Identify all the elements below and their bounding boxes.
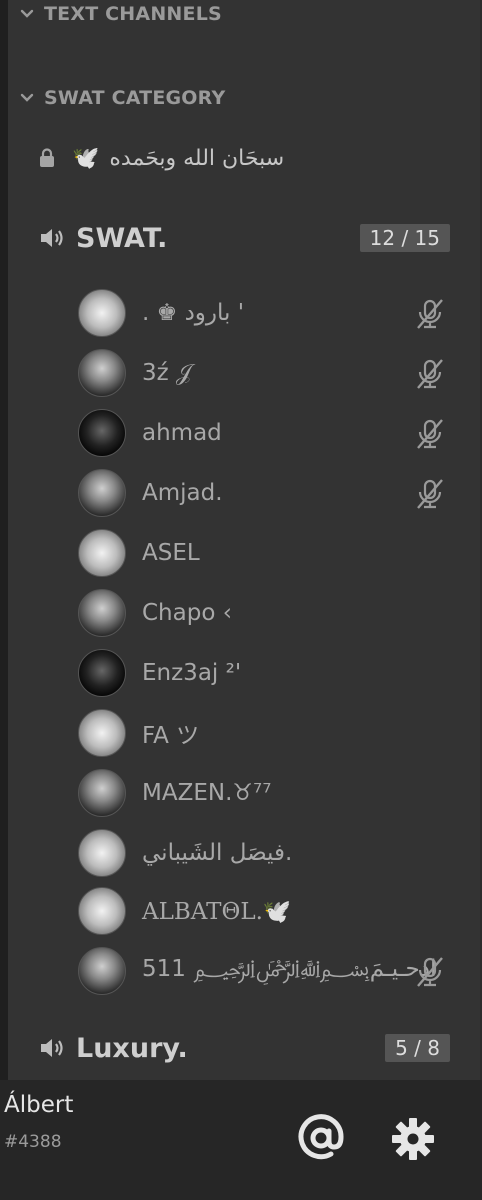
mic-muted-icon	[417, 957, 443, 987]
at-icon[interactable]	[296, 1113, 346, 1163]
user-count-badge: 5 / 8	[385, 1034, 450, 1062]
lock-icon	[40, 148, 54, 167]
voice-channel-swat[interactable]: SWAT. 12 / 15	[38, 218, 468, 258]
voice-user-name: ALBATΘL.🕊️	[142, 898, 292, 925]
voice-user[interactable]: MAZEN.♉⁷⁷	[78, 767, 473, 819]
avatar	[78, 409, 126, 457]
category-text-channels[interactable]: TEXT CHANNELS	[18, 0, 222, 28]
voice-user-name: MAZEN.♉⁷⁷	[142, 780, 272, 806]
voice-user[interactable]: ASEL	[78, 527, 473, 579]
user-footer: Álbert #4388	[0, 1080, 482, 1200]
voice-channel-name: SWAT.	[76, 222, 168, 254]
speaker-icon	[41, 229, 63, 247]
voice-user[interactable]: 511 ﷽ادحـيـمَ	[78, 945, 473, 997]
mic-muted-icon	[417, 359, 443, 389]
voice-user[interactable]: Chapo ‹	[78, 587, 473, 639]
voice-user-name: . ♚ بارود '	[142, 300, 245, 326]
gear-icon[interactable]	[390, 1116, 436, 1162]
avatar	[78, 529, 126, 577]
speaker-icon	[41, 1039, 63, 1057]
voice-user[interactable]: ALBATΘL.🕊️	[78, 885, 473, 937]
voice-user[interactable]: فيصَل الشَيباني.	[78, 827, 473, 879]
voice-user[interactable]: Enz3aj ²'	[78, 647, 473, 699]
channel-sidebar: TEXT CHANNELS SWAT CATEGORY 🕊️ سبحَان ال…	[8, 0, 480, 1080]
avatar	[78, 589, 126, 637]
category-label: TEXT CHANNELS	[44, 3, 222, 25]
chevron-down-icon	[20, 93, 34, 102]
avatar	[78, 289, 126, 337]
voice-user-name: فيصَل الشَيباني.	[142, 840, 293, 866]
voice-user-name: Enz3aj ²'	[142, 660, 242, 686]
dove-emoji: 🕊️	[72, 145, 100, 171]
avatar	[78, 887, 126, 935]
voice-user-name: ASEL	[142, 540, 200, 566]
current-username: Álbert	[4, 1092, 74, 1118]
category-swat[interactable]: SWAT CATEGORY	[18, 84, 225, 112]
avatar	[78, 829, 126, 877]
avatar	[78, 349, 126, 397]
voice-user[interactable]: Amjad.	[78, 467, 473, 519]
avatar	[78, 469, 126, 517]
voice-channel-name: Luxury.	[76, 1032, 188, 1064]
mic-muted-icon	[417, 419, 443, 449]
mic-muted-icon	[417, 479, 443, 509]
text-channel-name: سبحَان الله وبحَمده	[109, 145, 285, 171]
current-user-tag: #4388	[4, 1132, 62, 1152]
avatar	[78, 947, 126, 995]
voice-user-name: Amjad.	[142, 480, 223, 506]
text-channel-tasbih[interactable]: 🕊️ سبحَان الله وبحَمده	[38, 138, 284, 178]
voice-user-name: Chapo ‹	[142, 600, 232, 626]
voice-user-name: ahmad	[142, 420, 222, 446]
mic-muted-icon	[417, 299, 443, 329]
voice-user[interactable]: . ♚ بارود '	[78, 287, 473, 339]
chevron-down-icon	[20, 9, 34, 18]
avatar	[78, 649, 126, 697]
voice-user-name: 3ź 𝒥	[142, 360, 192, 386]
left-edge	[0, 0, 8, 1080]
category-label: SWAT CATEGORY	[44, 87, 226, 109]
avatar	[78, 769, 126, 817]
voice-user[interactable]: ahmad	[78, 407, 473, 459]
voice-user-name: 511 ﷽ادحـيـمَ	[142, 955, 437, 982]
voice-user[interactable]: FA ツ	[78, 707, 473, 759]
voice-user-name: FA ツ	[142, 723, 200, 749]
avatar	[78, 709, 126, 757]
voice-channel-luxury[interactable]: Luxury. 5 / 8	[38, 1028, 468, 1068]
voice-user[interactable]: 3ź 𝒥	[78, 347, 473, 399]
user-count-badge: 12 / 15	[359, 224, 450, 252]
